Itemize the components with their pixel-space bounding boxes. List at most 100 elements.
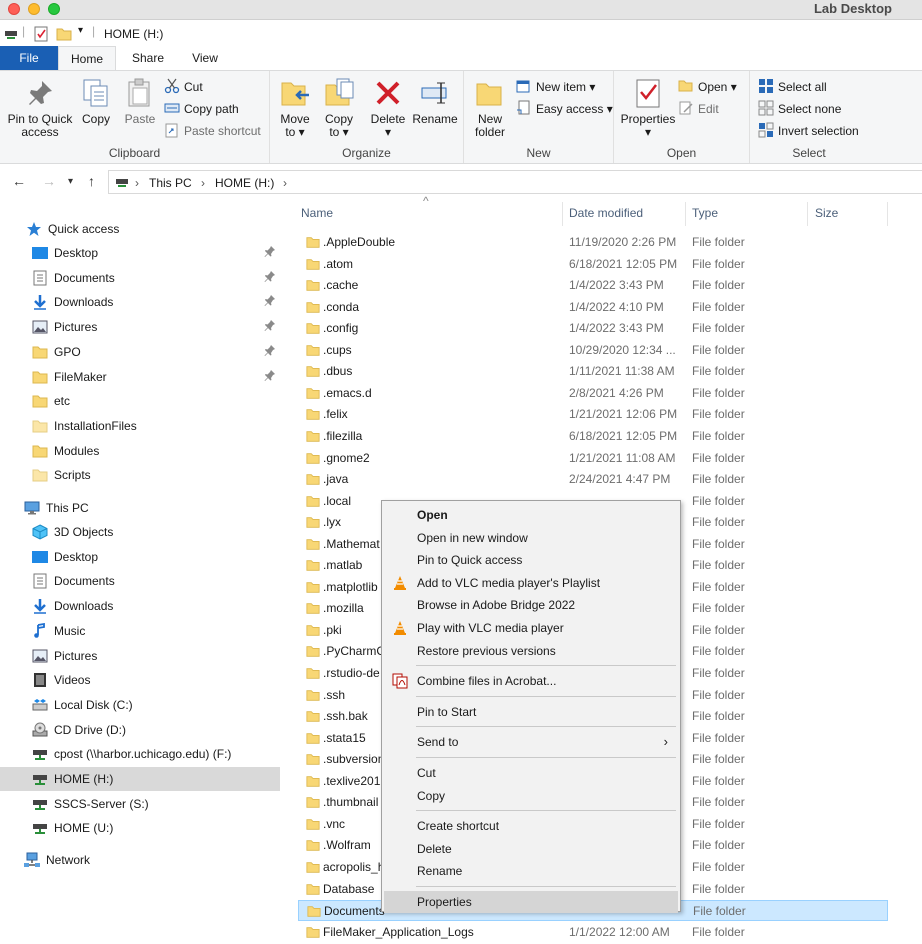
address-bar[interactable]: › This PC › HOME (H:) › <box>108 170 922 194</box>
back-arrow-icon[interactable]: ← <box>12 173 26 189</box>
nav-pc-item[interactable]: Desktop <box>0 545 280 569</box>
column-date-modified[interactable]: Date modified <box>569 206 643 220</box>
nav-quick-item[interactable]: Desktop <box>0 241 280 265</box>
tab-file[interactable]: File <box>0 46 58 70</box>
nav-quick-item[interactable]: Pictures <box>0 315 280 339</box>
nav-pc-item[interactable]: cpost (\\harbor.uchicago.edu) (F:) <box>0 742 280 766</box>
menu-item-pin-to-quick-access[interactable]: Pin to Quick access <box>384 549 678 571</box>
nav-quick-item[interactable]: etc <box>0 389 280 413</box>
copy-path-button[interactable]: Copy path <box>164 99 239 119</box>
menu-item-rename[interactable]: Rename <box>384 860 678 882</box>
column-size[interactable]: Size <box>815 206 838 220</box>
nav-quick-item[interactable]: Downloads <box>0 290 280 314</box>
pin-icon[interactable] <box>264 270 276 284</box>
tab-view[interactable]: View <box>180 46 230 70</box>
file-row[interactable]: .atom 6/18/2021 12:05 PM File folder <box>298 254 888 275</box>
tab-home[interactable]: Home <box>58 46 116 71</box>
maximize-window-button[interactable] <box>48 3 60 15</box>
column-name[interactable]: Name <box>301 206 333 220</box>
column-divider[interactable] <box>562 202 563 226</box>
column-type[interactable]: Type <box>692 206 718 220</box>
nav-pc-item[interactable]: SSCS-Server (S:) <box>0 792 280 816</box>
menu-item-restore-previous-versions[interactable]: Restore previous versions <box>384 640 678 662</box>
nav-quick-item[interactable]: Scripts <box>0 463 280 487</box>
properties-button[interactable]: Properties ▾ <box>618 77 678 139</box>
column-divider[interactable] <box>685 202 686 226</box>
properties-qat-icon[interactable] <box>34 26 48 42</box>
pin-icon[interactable] <box>264 245 276 259</box>
nav-pc-item[interactable]: Downloads <box>0 594 280 618</box>
select-all-button[interactable]: Select all <box>758 77 827 97</box>
cut-button[interactable]: Cut <box>164 77 203 97</box>
menu-item-delete[interactable]: Delete <box>384 838 678 860</box>
paste-shortcut-button[interactable]: Paste shortcut <box>164 121 261 141</box>
pin-icon[interactable] <box>264 344 276 358</box>
breadcrumb-home-h[interactable]: HOME (H:) <box>215 176 274 190</box>
menu-item-copy[interactable]: Copy <box>384 785 678 807</box>
file-row[interactable]: .filezilla 6/18/2021 12:05 PM File folder <box>298 426 888 447</box>
menu-item-play-with-vlc-media-player[interactable]: Play with VLC media player <box>384 617 678 639</box>
file-row[interactable]: .emacs.d 2/8/2021 4:26 PM File folder <box>298 383 888 404</box>
forward-arrow-icon[interactable]: → <box>42 173 56 189</box>
close-window-button[interactable] <box>8 3 20 15</box>
delete-button[interactable]: Delete ▾ <box>368 77 408 139</box>
menu-item-cut[interactable]: Cut <box>384 762 678 784</box>
column-divider[interactable] <box>807 202 808 226</box>
easy-access-button[interactable]: Easy access ▾ <box>516 99 613 119</box>
file-row[interactable]: .AppleDouble 11/19/2020 2:26 PM File folde… <box>298 232 888 253</box>
nav-network[interactable]: Network <box>0 848 280 872</box>
file-row[interactable]: .cups 10/29/2020 12:34 ... File folder <box>298 340 888 361</box>
nav-pc-item[interactable]: Pictures <box>0 644 280 668</box>
nav-this-pc[interactable]: This PC <box>0 496 280 520</box>
nav-quick-item[interactable]: Documents <box>0 266 280 290</box>
menu-item-add-to-vlc-media-player-s-playlist[interactable]: Add to VLC media player's Playlist <box>384 572 678 594</box>
copy-to-button[interactable]: Copy to ▾ <box>320 77 358 139</box>
up-arrow-icon[interactable]: ↑ <box>88 173 95 189</box>
pin-to-quick-access-button[interactable]: Pin to Quick access <box>4 77 76 139</box>
menu-item-combine-files-in-acrobat[interactable]: Combine files in Acrobat... <box>384 670 678 692</box>
file-row[interactable]: .gnome2 1/21/2021 11:08 AM File folder <box>298 448 888 469</box>
nav-quick-access[interactable]: Quick access <box>0 217 280 241</box>
menu-item-open[interactable]: Open <box>384 504 678 526</box>
move-to-button[interactable]: Move to ▾ <box>276 77 314 139</box>
nav-quick-item[interactable]: Modules <box>0 439 280 463</box>
menu-item-open-in-new-window[interactable]: Open in new window <box>384 527 678 549</box>
rename-button[interactable]: Rename <box>412 77 458 126</box>
customize-qat-icon[interactable]: ▾ <box>78 25 83 36</box>
nav-pc-item[interactable]: Documents <box>0 569 280 593</box>
file-row[interactable]: .felix 1/21/2021 12:06 PM File folder <box>298 404 888 425</box>
pin-icon[interactable] <box>264 319 276 333</box>
file-row[interactable]: .conda 1/4/2022 4:10 PM File folder <box>298 297 888 318</box>
nav-pc-item[interactable]: 3D Objects <box>0 520 280 544</box>
nav-pc-item[interactable]: Videos <box>0 668 280 692</box>
menu-item-create-shortcut[interactable]: Create shortcut <box>384 815 678 837</box>
new-folder-qat-icon[interactable] <box>56 26 72 42</box>
menu-item-pin-to-start[interactable]: Pin to Start <box>384 701 678 723</box>
invert-selection-button[interactable]: Invert selection <box>758 121 859 141</box>
nav-pc-item[interactable]: HOME (H:) <box>0 767 280 791</box>
file-row[interactable]: .cache 1/4/2022 3:43 PM File folder <box>298 275 888 296</box>
open-button[interactable]: Open ▾ <box>678 77 737 97</box>
nav-pc-item[interactable]: CD Drive (D:) <box>0 718 280 742</box>
file-row[interactable]: .config 1/4/2022 3:43 PM File folder <box>298 318 888 339</box>
breadcrumb-this-pc[interactable]: This PC <box>149 176 192 190</box>
nav-quick-item[interactable]: GPO <box>0 340 280 364</box>
nav-pc-item[interactable]: HOME (U:) <box>0 816 280 840</box>
nav-pc-item[interactable]: Local Disk (C:) <box>0 693 280 717</box>
nav-pc-item[interactable]: Music <box>0 619 280 643</box>
new-item-button[interactable]: New item ▾ <box>516 77 595 97</box>
select-none-button[interactable]: Select none <box>758 99 841 119</box>
nav-quick-item[interactable]: InstallationFiles <box>0 414 280 438</box>
menu-item-send-to[interactable]: Send to › <box>384 731 678 753</box>
column-divider[interactable] <box>887 202 888 226</box>
file-row[interactable]: .dbus 1/11/2021 11:38 AM File folder <box>298 361 888 382</box>
menu-item-properties[interactable]: Properties <box>384 891 678 913</box>
new-folder-button[interactable]: New folder <box>470 77 510 139</box>
minimize-window-button[interactable] <box>28 3 40 15</box>
file-row[interactable]: .java 2/24/2021 4:47 PM File folder <box>298 469 888 490</box>
file-row[interactable]: FileMaker_Application_Logs 1/1/2022 12:00… <box>298 922 888 943</box>
copy-button[interactable]: Copy <box>78 77 114 126</box>
tab-share[interactable]: Share <box>122 46 174 70</box>
pin-icon[interactable] <box>264 294 276 308</box>
nav-quick-item[interactable]: FileMaker <box>0 365 280 389</box>
